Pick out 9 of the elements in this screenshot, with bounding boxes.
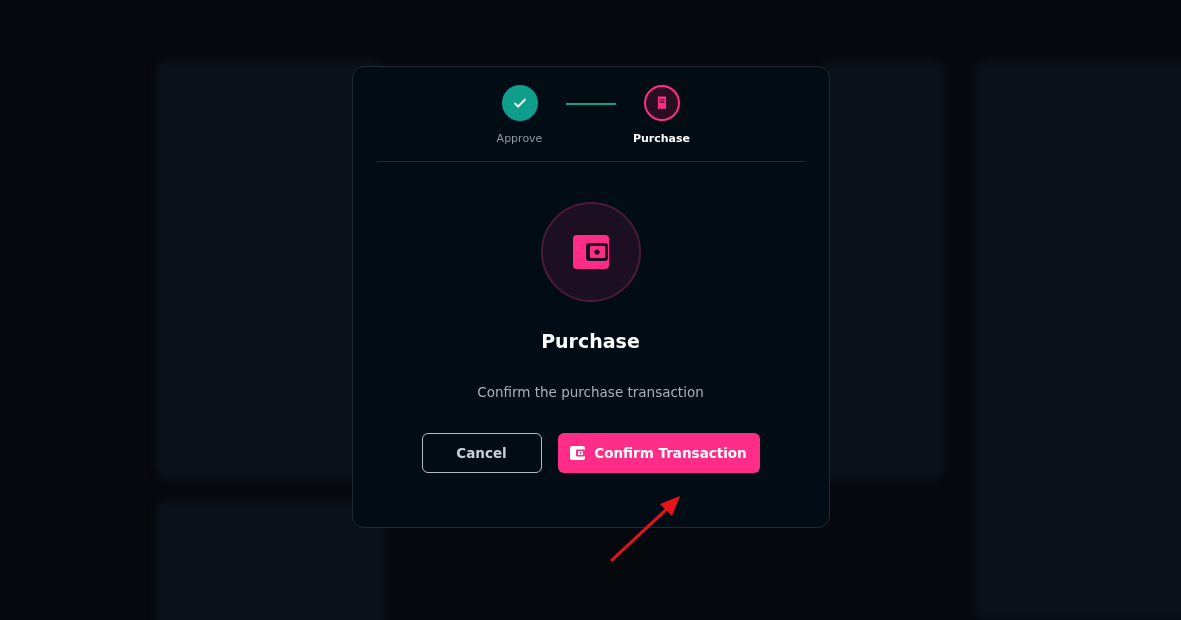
step-label: Purchase [632, 132, 691, 145]
dialog-message: Confirm the purchase transaction [477, 384, 704, 400]
cancel-button[interactable]: Cancel [421, 433, 542, 473]
confirm-button[interactable]: Confirm Transaction [557, 433, 760, 473]
step-label: Approve [496, 132, 543, 145]
wallet-icon [570, 446, 587, 460]
wallet-icon [571, 233, 610, 271]
step-connector [565, 103, 616, 105]
dialog-title: Purchase [541, 330, 640, 352]
